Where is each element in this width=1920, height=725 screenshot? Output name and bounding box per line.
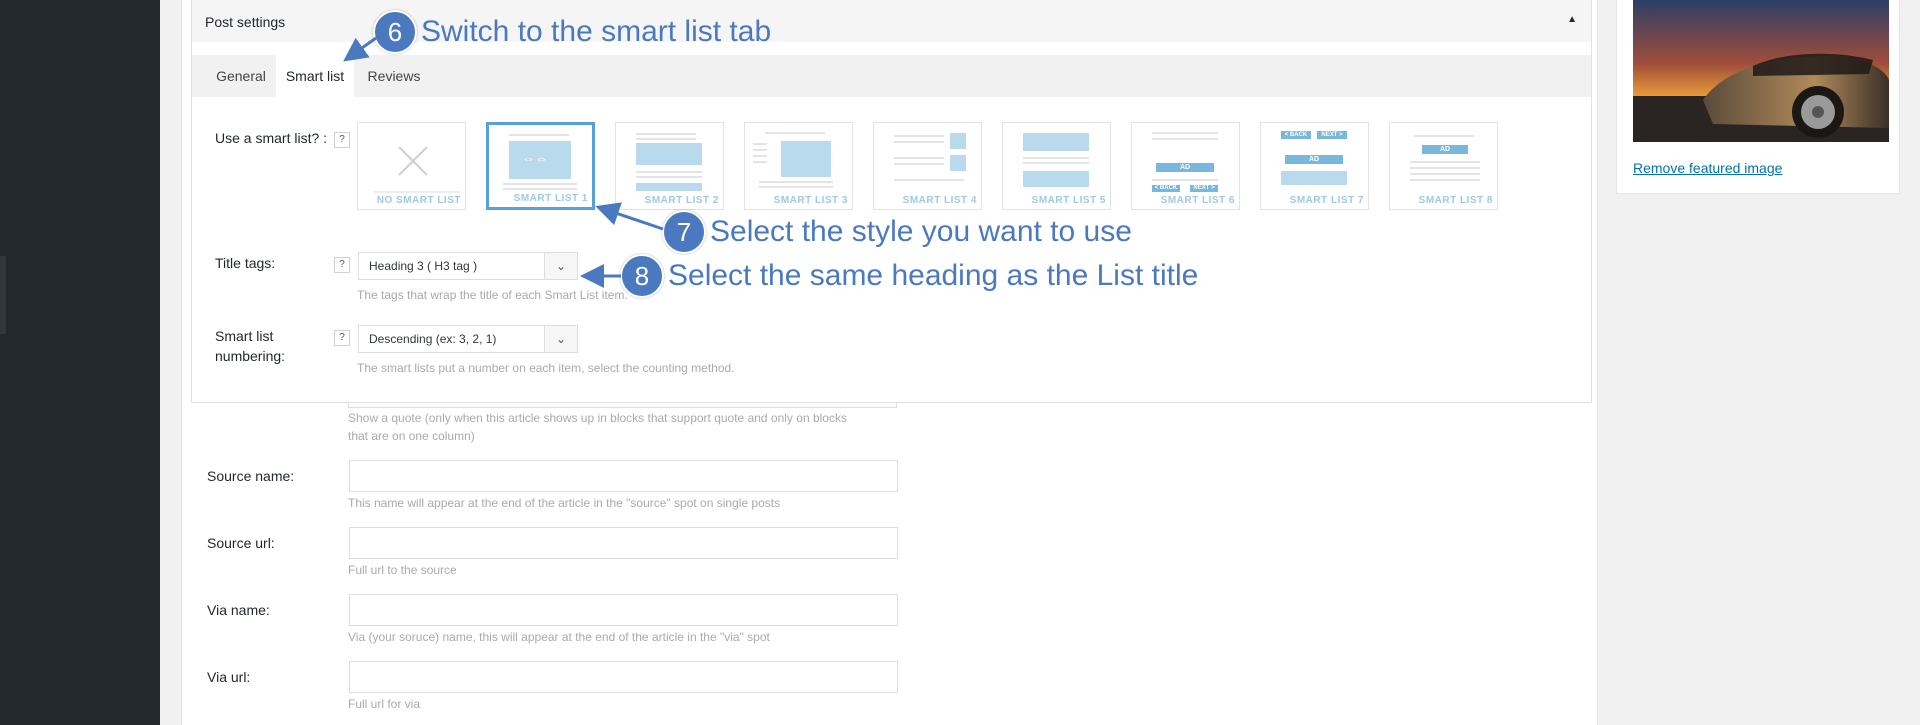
smart-list-option-6[interactable]: AD < BACK NEXT > SMART LIST 6 <box>1131 122 1240 210</box>
smart-list-option-3[interactable]: SMART LIST 3 <box>744 122 853 210</box>
smart-list-option-5[interactable]: SMART LIST 5 <box>1002 122 1111 210</box>
smart-list-option-label: SMART LIST 2 <box>644 195 719 206</box>
smart-list-option-label: SMART LIST 7 <box>1289 195 1364 206</box>
annotation-7: 7 Select the style you want to use <box>662 210 1132 254</box>
tab-smart-list[interactable]: Smart list <box>276 55 354 97</box>
numbering-selected-value: Descending (ex: 3, 2, 1) <box>369 332 497 346</box>
title-tags-description: The tags that wrap the title of each Sma… <box>357 288 628 302</box>
featured-image-box: Remove featured image <box>1616 0 1900 194</box>
annotation-text: Select the style you want to use <box>710 215 1132 248</box>
source-name-input[interactable] <box>349 460 898 492</box>
annotation-number: 6 <box>373 10 417 54</box>
smart-list-option-label: NO SMART LIST <box>376 195 461 206</box>
smart-list-option-7[interactable]: < BACK NEXT > AD SMART LIST 7 <box>1260 122 1369 210</box>
smart-list-option-label: SMART LIST 4 <box>902 195 977 206</box>
ad-placeholder: AD <box>1285 155 1343 164</box>
numbering-description: The smart lists put a number on each ite… <box>357 361 735 375</box>
title-tags-help-icon[interactable]: ? <box>334 257 350 273</box>
title-tags-selected-value: Heading 3 ( H3 tag ) <box>369 259 478 273</box>
numbering-help-icon[interactable]: ? <box>334 330 350 346</box>
quote-description: Show a quote (only when this article sho… <box>348 409 908 445</box>
smart-list-help-icon[interactable]: ? <box>334 132 350 148</box>
via-url-description: Full url for via <box>348 697 421 711</box>
collapse-toggle-icon[interactable]: ▲ <box>1567 14 1577 25</box>
admin-sidebar-active-marker <box>0 256 6 334</box>
remove-featured-image-link[interactable]: Remove featured image <box>1633 160 1782 176</box>
chevron-down-icon: ⌄ <box>544 253 577 279</box>
smart-list-label: Use a smart list? : <box>215 130 328 146</box>
admin-sidebar <box>0 0 160 725</box>
annotation-6: 6 Switch to the smart list tab <box>373 10 771 54</box>
source-url-description: Full url to the source <box>348 563 457 577</box>
source-url-label: Source url: <box>207 535 275 551</box>
source-url-input[interactable] <box>349 527 898 559</box>
chevron-down-icon: ⌄ <box>544 326 577 352</box>
numbering-label: Smart list numbering: <box>215 326 285 366</box>
post-settings-tabs: General Smart list Reviews <box>192 55 1591 97</box>
smart-list-option-label: SMART LIST 1 <box>513 193 588 204</box>
swipe-arrows-icon: ⇔⇔ <box>522 151 548 166</box>
post-settings-box: Post settings ▲ General Smart list Revie… <box>191 0 1592 403</box>
tab-reviews[interactable]: Reviews <box>354 55 434 97</box>
title-tags-label: Title tags: <box>215 255 276 271</box>
numbering-label-line-1: Smart list <box>215 328 274 344</box>
annotation-text: Select the same heading as the List titl… <box>668 259 1199 292</box>
source-name-label: Source name: <box>207 468 295 484</box>
via-name-description: Via (your soruce) name, this will appear… <box>348 630 770 644</box>
numbering-label-line-2: numbering: <box>215 348 286 364</box>
via-name-label: Via name: <box>207 602 270 618</box>
smart-list-option-label: SMART LIST 3 <box>773 195 848 206</box>
annotation-number: 8 <box>620 254 664 298</box>
via-name-input[interactable] <box>349 594 898 626</box>
via-url-label: Via url: <box>207 669 251 685</box>
smart-list-option-1[interactable]: ⇔⇔ SMART LIST 1 <box>486 122 595 210</box>
ad-placeholder: AD <box>1422 145 1468 154</box>
smart-list-option-label: SMART LIST 8 <box>1418 195 1493 206</box>
ad-placeholder: AD <box>1156 163 1214 172</box>
numbering-select[interactable]: Descending (ex: 3, 2, 1) ⌄ <box>358 325 578 353</box>
source-name-description: This name will appear at the end of the … <box>348 496 781 510</box>
smart-list-option-label: SMART LIST 5 <box>1031 195 1106 206</box>
smart-list-option-8[interactable]: AD SMART LIST 8 <box>1389 122 1498 210</box>
annotation-text: Switch to the smart list tab <box>421 15 772 48</box>
smart-list-option-2[interactable]: SMART LIST 2 <box>615 122 724 210</box>
smart-list-option-none[interactable]: NO SMART LIST <box>357 122 466 210</box>
annotation-8: 8 Select the same heading as the List ti… <box>620 254 1198 298</box>
title-tags-select[interactable]: Heading 3 ( H3 tag ) ⌄ <box>358 252 578 280</box>
smart-list-option-label: SMART LIST 6 <box>1160 195 1235 206</box>
tab-general[interactable]: General <box>201 55 281 97</box>
quote-description-line-2: that are on one column) <box>348 429 475 443</box>
post-settings-title: Post settings <box>205 14 286 30</box>
smart-list-option-4[interactable]: SMART LIST 4 <box>873 122 982 210</box>
via-url-input[interactable] <box>349 661 898 693</box>
annotation-number: 7 <box>662 210 706 254</box>
quote-description-line-1: Show a quote (only when this article sho… <box>348 411 847 425</box>
featured-image[interactable] <box>1633 0 1889 142</box>
